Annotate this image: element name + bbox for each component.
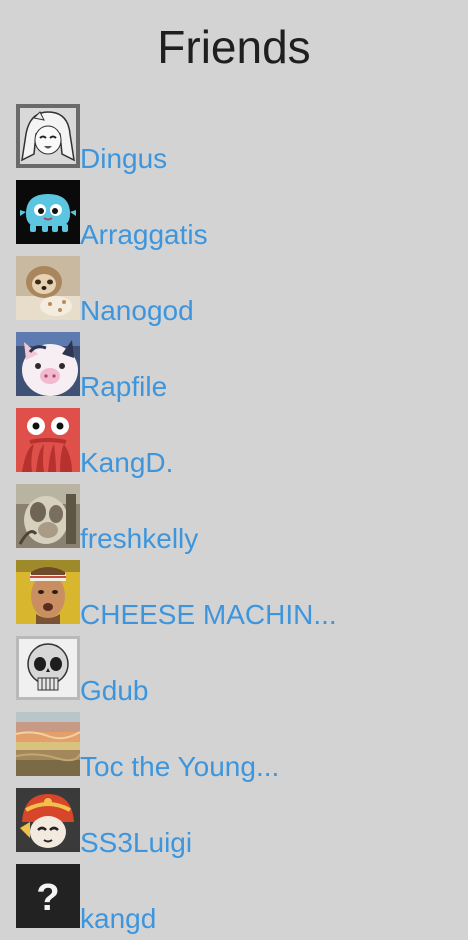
blue-monster-avatar-icon[interactable]	[16, 180, 80, 244]
svg-text:?: ?	[36, 877, 59, 919]
question-mark-avatar-icon[interactable]: ?	[16, 864, 80, 928]
friend-item[interactable]: Gdub	[16, 636, 456, 706]
friend-item[interactable]: Nanogod	[16, 256, 456, 326]
friend-item[interactable]: SS3Luigi	[16, 788, 456, 858]
blurry-creature-avatar-icon[interactable]	[16, 484, 80, 548]
friend-name-link[interactable]: Dingus	[80, 144, 167, 174]
friend-name-link[interactable]: KangD.	[80, 448, 173, 478]
friend-name-link[interactable]: Nanogod	[80, 296, 194, 326]
friend-name-link[interactable]: CHEESE MACHIN...	[80, 600, 337, 630]
friend-name-link[interactable]: Toc the Young...	[80, 752, 279, 782]
friend-name-link[interactable]: freshkelly	[80, 524, 198, 554]
cartoon-pig-avatar-icon[interactable]	[16, 332, 80, 396]
friend-name-link[interactable]: kangd	[80, 904, 156, 934]
friend-item[interactable]: freshkelly	[16, 484, 456, 554]
friend-name-link[interactable]: Gdub	[80, 676, 149, 706]
friend-name-link[interactable]: SS3Luigi	[80, 828, 192, 858]
anime-girl-avatar-icon[interactable]	[16, 104, 80, 168]
friend-name-link[interactable]: Arraggatis	[80, 220, 208, 250]
man-headband-avatar-icon[interactable]	[16, 560, 80, 624]
friend-item[interactable]: Toc the Young...	[16, 712, 456, 782]
skull-avatar-icon[interactable]	[16, 636, 80, 700]
friend-item[interactable]: Rapfile	[16, 332, 456, 402]
friend-item[interactable]: KangD.	[16, 408, 456, 478]
page-title: Friends	[157, 21, 311, 73]
red-octopus-alien-avatar-icon[interactable]	[16, 408, 80, 472]
friend-name-link[interactable]: Rapfile	[80, 372, 167, 402]
friend-item[interactable]: ? kangd	[16, 864, 456, 934]
friend-item[interactable]: Arraggatis	[16, 180, 456, 250]
sloth-avatar-icon[interactable]	[16, 256, 80, 320]
friends-list: Dingus Arraggatis Nanogod Rapfile KangD.…	[16, 104, 456, 940]
helmet-character-avatar-icon[interactable]	[16, 788, 80, 852]
friend-item[interactable]: Dingus	[16, 104, 456, 174]
friend-item[interactable]: CHEESE MACHIN...	[16, 560, 456, 630]
sunset-landscape-avatar-icon[interactable]	[16, 712, 80, 776]
